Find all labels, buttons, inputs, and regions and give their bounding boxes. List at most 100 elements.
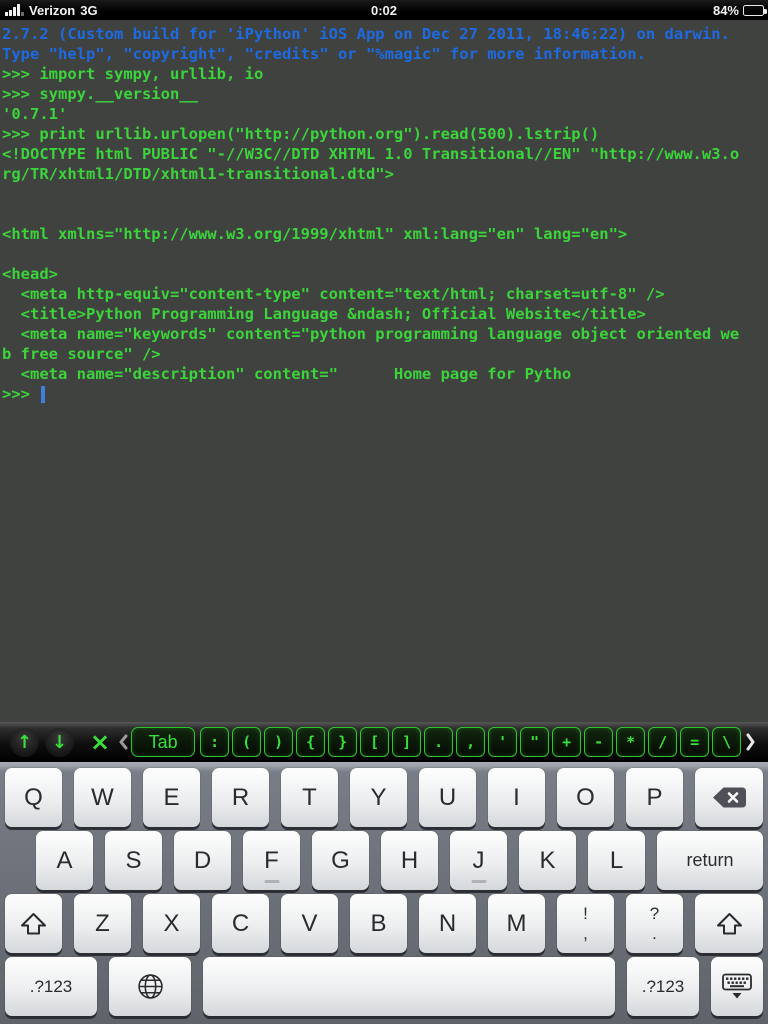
- backspace-icon: [711, 785, 747, 810]
- terminal-line: '0.7.1': [2, 104, 768, 124]
- terminal-line: [2, 244, 768, 264]
- dismiss-keyboard-key[interactable]: [711, 957, 763, 1016]
- shift-key-left[interactable]: [5, 894, 62, 953]
- battery-icon: [743, 5, 764, 16]
- symbol-key-row: : ( ) { } [ ] . , ' " + - * / =: [200, 727, 741, 757]
- letter-key[interactable]: E: [143, 768, 200, 827]
- letter-key[interactable]: X: [143, 894, 200, 953]
- terminal-line: <html xmlns="http://www.w3.org/1999/xhtm…: [2, 224, 768, 244]
- return-key[interactable]: return: [657, 831, 763, 890]
- text-cursor: [41, 386, 45, 403]
- shift-key-right[interactable]: [695, 894, 763, 953]
- symbol-key[interactable]: (: [232, 727, 261, 757]
- globe-icon: [137, 973, 164, 1000]
- letter-key[interactable]: B: [350, 894, 407, 953]
- space-key[interactable]: [203, 957, 615, 1016]
- history-up-button[interactable]: ↑: [10, 728, 39, 757]
- letter-key[interactable]: C: [212, 894, 269, 953]
- symbol-key[interactable]: ]: [392, 727, 421, 757]
- keyboard-dismiss-icon: [721, 973, 753, 1000]
- letter-key[interactable]: T: [281, 768, 338, 827]
- keyboard-row-2: A S D F G H J K L return: [0, 831, 768, 890]
- letter-key[interactable]: D: [174, 831, 231, 890]
- symbol-key[interactable]: \: [712, 727, 741, 757]
- scroll-right-chevron[interactable]: [745, 733, 756, 751]
- letter-key[interactable]: F: [243, 831, 300, 890]
- symbol-key[interactable]: ,: [456, 727, 485, 757]
- chevron-left-icon: [118, 734, 128, 750]
- terminal-line: >>> sympy.__version__: [2, 84, 768, 104]
- letter-key[interactable]: O: [557, 768, 614, 827]
- terminal-line: rg/TR/xhtml1/DTD/xhtml1-transitional.dtd…: [2, 164, 768, 184]
- letter-key[interactable]: M: [488, 894, 545, 953]
- chevron-right-icon: [745, 733, 756, 751]
- ipython-ios-app: { "status_bar": { "carrier": "Verizon", …: [0, 0, 768, 1024]
- terminal-line: <!DOCTYPE html PUBLIC "-//W3C//DTD XHTML…: [2, 144, 768, 164]
- scroll-left-chevron[interactable]: [118, 734, 128, 750]
- prompt: >>>: [2, 385, 39, 403]
- keyboard-row-3: Z X C V B N M ! , ?: [0, 894, 768, 953]
- down-arrow-icon: ↓: [52, 732, 67, 753]
- symbol-key[interactable]: [: [360, 727, 389, 757]
- symbol-key[interactable]: ): [264, 727, 293, 757]
- symbol-key[interactable]: /: [648, 727, 677, 757]
- terminal-line: b free source" />: [2, 344, 768, 364]
- letter-key[interactable]: H: [381, 831, 438, 890]
- terminal-line: <title>Python Programming Language &ndas…: [2, 304, 768, 324]
- symbol-key[interactable]: +: [552, 727, 581, 757]
- globe-key[interactable]: [109, 957, 191, 1016]
- keyboard-row-4: .?123 .?123: [0, 957, 768, 1016]
- letter-key[interactable]: W: [74, 768, 131, 827]
- letter-key[interactable]: R: [212, 768, 269, 827]
- shift-icon: [20, 912, 47, 936]
- terminal-line: Type "help", "copyright", "credits" or "…: [2, 44, 768, 64]
- letter-key[interactable]: U: [419, 768, 476, 827]
- battery-percent: 84%: [713, 3, 739, 18]
- numbers-key-right[interactable]: .?123: [627, 957, 699, 1016]
- up-arrow-icon: ↑: [17, 732, 32, 753]
- close-icon: ×: [90, 728, 110, 756]
- backspace-key[interactable]: [695, 768, 763, 827]
- letter-key[interactable]: L: [588, 831, 645, 890]
- keyboard-accessory-bar: ↑ ↓ × Tab : ( ) { } [ ] . , ' " +: [0, 722, 768, 762]
- symbol-key[interactable]: =: [680, 727, 709, 757]
- symbol-key[interactable]: :: [200, 727, 229, 757]
- letter-key[interactable]: P: [626, 768, 683, 827]
- letter-key[interactable]: I: [488, 768, 545, 827]
- letter-key[interactable]: G: [312, 831, 369, 890]
- terminal-line: <meta name="keywords" content="python pr…: [2, 324, 768, 344]
- letter-key[interactable]: N: [419, 894, 476, 953]
- terminal-line: <meta name="description" content=" Home …: [2, 364, 768, 384]
- numbers-key-left[interactable]: .?123: [5, 957, 97, 1016]
- punctuation-key[interactable]: ? .: [626, 894, 683, 953]
- symbol-key[interactable]: ": [520, 727, 549, 757]
- terminal-line: [2, 184, 768, 204]
- letter-key[interactable]: Z: [74, 894, 131, 953]
- symbol-key[interactable]: *: [616, 727, 645, 757]
- terminal-line: <meta http-equiv="content-type" content=…: [2, 284, 768, 304]
- letter-key[interactable]: V: [281, 894, 338, 953]
- letter-key[interactable]: K: [519, 831, 576, 890]
- terminal-prompt-line: >>>: [2, 384, 768, 404]
- symbol-key[interactable]: ': [488, 727, 517, 757]
- tab-key[interactable]: Tab: [131, 727, 195, 757]
- history-down-button[interactable]: ↓: [45, 728, 74, 757]
- shift-icon: [716, 912, 743, 936]
- terminal-line: >>> print urllib.urlopen("http://python.…: [2, 124, 768, 144]
- keyboard-row-1: Q W E R T Y U I O P: [0, 768, 768, 827]
- punctuation-key[interactable]: ! ,: [557, 894, 614, 953]
- symbol-key[interactable]: {: [296, 727, 325, 757]
- terminal-line: <head>: [2, 264, 768, 284]
- letter-key[interactable]: S: [105, 831, 162, 890]
- terminal-line: [2, 204, 768, 224]
- status-right: 84%: [713, 0, 764, 20]
- letter-key[interactable]: J: [450, 831, 507, 890]
- letter-key[interactable]: A: [36, 831, 93, 890]
- letter-key[interactable]: Q: [5, 768, 62, 827]
- symbol-key[interactable]: .: [424, 727, 453, 757]
- letter-key[interactable]: Y: [350, 768, 407, 827]
- symbol-key[interactable]: }: [328, 727, 357, 757]
- clear-button[interactable]: ×: [90, 728, 110, 756]
- python-console[interactable]: 2.7.2 (Custom build for 'iPython' iOS Ap…: [0, 20, 768, 722]
- symbol-key[interactable]: -: [584, 727, 613, 757]
